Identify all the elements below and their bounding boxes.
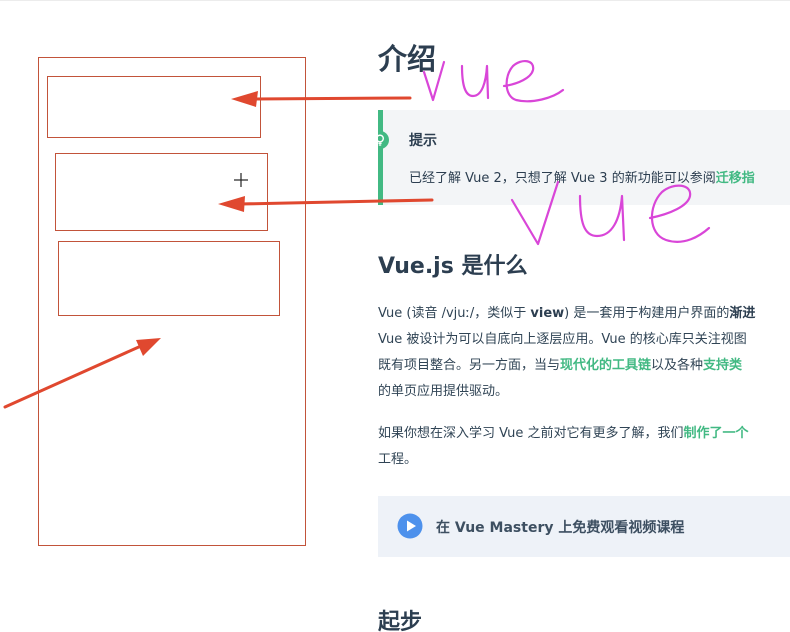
intro-paragraph-line-4: 的单页应用提供驱动。 — [378, 384, 509, 399]
vue-mastery-banner[interactable]: 在 Vue Mastery 上免费观看视频课程 — [378, 496, 790, 557]
sketch-box-3 — [58, 241, 280, 316]
modern-toolchain-link[interactable]: 现代化的工具链 — [560, 358, 651, 373]
sketch-box-2 — [55, 153, 268, 231]
intro-paragraph-line-2: Vue 被设计为可以自底向上逐层应用。Vue 的核心库只关注视图 — [378, 332, 747, 347]
tip-callout: 提示 已经了解 Vue 2，只想了解 Vue 3 的新功能可以参阅迁移指 — [378, 110, 790, 205]
intro-paragraph-line-1: Vue (读音 /vjuː/，类似于 view) 是一套用于构建用户界面的渐进 — [378, 301, 755, 327]
crosshair-cursor-icon — [234, 173, 248, 187]
migration-guide-link[interactable]: 迁移指 — [716, 171, 755, 186]
tip-text: 已经了解 Vue 2，只想了解 Vue 3 的新功能可以参阅迁移指 — [409, 167, 755, 186]
text-run: Vue (读音 /vjuː/，类似于 — [378, 306, 531, 321]
text-run: 如果你想在深入学习 Vue 之前对它有更多了解，我们 — [378, 426, 684, 441]
play-circle-icon — [397, 513, 423, 539]
main-content: 介绍 提示 已经了解 Vue 2，只想了解 Vue 3 的新功能可以参阅迁移指 … — [378, 30, 790, 632]
section-heading-what-is-vue: Vue.js 是什么 — [378, 254, 528, 279]
page-title: 介绍 — [378, 42, 437, 76]
vue-mastery-label: 在 Vue Mastery 上免费观看视频课程 — [436, 520, 685, 536]
emphasis-progressive: 渐进 — [729, 306, 756, 321]
supporting-libraries-link[interactable]: 支持类 — [703, 358, 742, 373]
made-a-video-link[interactable]: 制作了一个 — [684, 426, 749, 441]
sketch-box-1 — [47, 76, 261, 138]
text-run: 既有项目整合。另一方面，当与 — [378, 358, 561, 373]
section-heading-getting-started: 起步 — [378, 610, 423, 632]
text-run: ) 是一套用于构建用户界面的 — [564, 306, 730, 321]
learn-more-paragraph-line-2: 工程。 — [378, 452, 418, 467]
lightbulb-icon — [378, 131, 389, 149]
tip-title: 提示 — [409, 133, 437, 149]
tip-text-body: 已经了解 Vue 2，只想了解 Vue 3 的新功能可以参阅 — [409, 171, 716, 186]
emphasis-view: view — [530, 306, 565, 321]
top-divider — [0, 0, 790, 1]
learn-more-paragraph-line-1: 如果你想在深入学习 Vue 之前对它有更多了解，我们制作了一个 — [378, 421, 749, 447]
intro-paragraph-line-3: 既有项目整合。另一方面，当与现代化的工具链以及各种支持类 — [378, 353, 742, 379]
text-run: 以及各种 — [651, 358, 704, 373]
